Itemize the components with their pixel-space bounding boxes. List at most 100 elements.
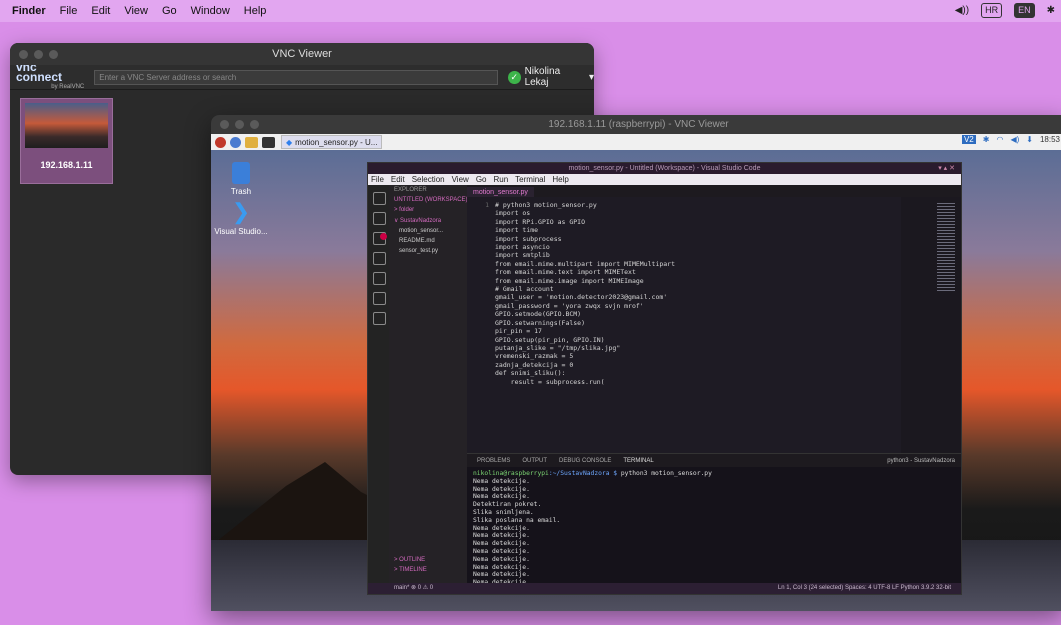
session-title: 192.168.1.11 (raspberrypi) - VNC Viewer	[548, 119, 729, 130]
editor-tabs: motion_sensor.py	[467, 185, 961, 199]
code-line: import time	[467, 226, 901, 234]
folder-icon[interactable]	[245, 136, 258, 148]
line-number	[467, 226, 495, 234]
menu-run[interactable]: Run	[493, 175, 508, 184]
menu-window[interactable]: Window	[191, 5, 230, 17]
menu-view[interactable]: View	[452, 175, 469, 184]
menu-help[interactable]: Help	[552, 175, 568, 184]
tab-debug-console[interactable]: DEBUG CONSOLE	[559, 458, 611, 464]
window-controls[interactable]: ▾ ▴ ✕	[938, 163, 955, 174]
minimap[interactable]	[901, 197, 961, 453]
terminal-output[interactable]: nikolina@raspberrypi:~/SustavNadzora $ p…	[467, 467, 961, 583]
timeline-section[interactable]: > TIMELINE	[389, 565, 432, 575]
code-line: from email.mime.text import MIMEText	[467, 268, 901, 276]
menu-go[interactable]: Go	[162, 5, 177, 17]
code-line: GPIO.setmode(GPIO.BCM)	[467, 310, 901, 318]
code-text: import subprocess	[495, 234, 562, 243]
code-text: GPIO.setmode(GPIO.BCM)	[495, 310, 582, 319]
terminal-line: Nema detekcije.	[473, 493, 530, 501]
menu-selection[interactable]: Selection	[412, 175, 445, 184]
menu-file[interactable]: File	[371, 175, 384, 184]
raspberry-pi-taskbar: ◆ motion_sensor.py - U... V2 ✱ ◠ ◀) ⬇ 18:…	[211, 134, 1061, 150]
code-line: import asyncio	[467, 243, 901, 251]
status-left[interactable]: main* ⊗ 0 ⚠ 0	[368, 583, 433, 594]
explorer-sidebar: EXPLORER UNTITLED (WORKSPACE) > folder ∨…	[389, 185, 467, 583]
terminal-selector[interactable]: python3 - SustavNadzora	[887, 458, 955, 464]
title-bar: VNC Viewer	[10, 43, 594, 65]
code-line: import smtplib	[467, 251, 901, 259]
line-number	[467, 285, 495, 293]
server-address-input[interactable]: Enter a VNC Server address or search	[94, 69, 498, 85]
workspace-title[interactable]: UNTITLED (WORKSPACE)	[389, 195, 467, 205]
taskbar-vscode-item[interactable]: ◆ motion_sensor.py - U...	[281, 135, 383, 149]
line-number	[467, 218, 495, 226]
tab-terminal[interactable]: TERMINAL	[623, 458, 653, 464]
menu-help[interactable]: Help	[244, 5, 267, 17]
code-text: GPIO.setup(pir_pin, GPIO.IN)	[495, 335, 605, 344]
terminal-line: Nema detekcije.	[473, 485, 530, 493]
line-number	[467, 369, 495, 377]
clock: 18:53	[1039, 135, 1060, 144]
terminal-icon[interactable]	[262, 136, 275, 148]
outline-section[interactable]: > OUTLINE	[389, 555, 430, 565]
terminal-line: Nema detekcije.	[473, 524, 530, 532]
chevron-down-icon: ▾	[588, 71, 594, 83]
explorer-item[interactable]: > folder	[389, 205, 467, 215]
line-number: 1	[485, 201, 489, 209]
code-line: gmail_user = 'motion.detector2023@gmail.…	[467, 293, 901, 301]
raspberry-menu-icon[interactable]	[215, 136, 226, 148]
input-source-badge[interactable]: HR	[981, 3, 1003, 18]
tab-output[interactable]: OUTPUT	[522, 458, 547, 464]
menu-terminal[interactable]: Terminal	[515, 175, 545, 184]
explorer-icon[interactable]	[373, 192, 386, 205]
code-line: GPIO.setup(pir_pin, GPIO.IN)	[467, 336, 901, 344]
line-number	[467, 293, 495, 301]
code-text: def snimi_sliku():	[495, 369, 566, 378]
volume-icon[interactable]: ◀)	[1010, 135, 1019, 144]
code-text: from email.mime.multipart import MIMEMul…	[495, 259, 676, 268]
explorer-item[interactable]: sensor_test.py	[389, 246, 467, 256]
system-tray: V2 ✱ ◠ ◀) ⬇ 18:53	[961, 135, 1060, 144]
wifi-icon[interactable]: ◠	[996, 135, 1003, 144]
bluetooth-icon[interactable]: ✱	[983, 135, 990, 144]
battery-icon[interactable]: EN	[1014, 3, 1035, 18]
desktop-icon-vscode[interactable]: ❯ Visual Studio...	[211, 200, 271, 237]
search-icon[interactable]	[373, 212, 386, 225]
account-menu[interactable]: ✓ Nikolina Lekaj ▾	[507, 66, 594, 88]
line-number	[467, 243, 495, 251]
explorer-item[interactable]: motion_sensor...	[389, 226, 467, 236]
status-right[interactable]: Ln 1, Col 3 (24 selected) Spaces: 4 UTF-…	[778, 583, 961, 594]
menu-view[interactable]: View	[124, 5, 148, 17]
download-icon[interactable]: ⬇	[1026, 135, 1033, 144]
server-thumbnail[interactable]: 192.168.1.11	[20, 98, 113, 184]
code-text: import asyncio	[495, 243, 550, 252]
vscode-body: EXPLORER UNTITLED (WORKSPACE) > folder ∨…	[368, 185, 961, 583]
menu-go[interactable]: Go	[476, 175, 487, 184]
explorer-item[interactable]: ∨ SustavNadzora	[389, 215, 467, 226]
desktop-icon-trash[interactable]: Trash	[211, 162, 271, 196]
testing-icon[interactable]	[373, 312, 386, 325]
bluetooth-icon[interactable]: ✱	[1047, 5, 1055, 16]
explorer-item[interactable]: README.md	[389, 236, 467, 246]
volume-icon[interactable]: ◀))	[955, 5, 969, 16]
tab-problems[interactable]: PROBLEMS	[477, 458, 510, 464]
terminal-line: Slika poslana na email.	[473, 516, 561, 524]
menu-edit[interactable]: Edit	[391, 175, 405, 184]
remote-explorer-icon[interactable]	[373, 292, 386, 305]
menu-finder[interactable]: Finder	[12, 5, 46, 17]
browser-icon[interactable]	[230, 136, 241, 148]
run-debug-icon[interactable]	[373, 252, 386, 265]
code-text: import RPi.GPIO as GPIO	[495, 217, 586, 226]
user-name: Nikolina Lekaj	[524, 66, 561, 88]
menu-file[interactable]: File	[60, 5, 78, 17]
code-text: import smtplib	[495, 251, 550, 260]
line-number	[467, 352, 495, 360]
vnc-tray-icon[interactable]: V2	[961, 135, 976, 144]
code-text: # Gmail account	[495, 285, 554, 294]
terminal-line: Slika snimljena.	[473, 508, 534, 516]
code-editor[interactable]: 1 # python3 motion_sensor.py import os impo…	[467, 197, 901, 457]
vscode-title: motion_sensor.py - Untitled (Workspace) …	[568, 165, 761, 172]
extensions-icon[interactable]	[373, 272, 386, 285]
menu-edit[interactable]: Edit	[91, 5, 110, 17]
code-line: def snimi_sliku():	[467, 369, 901, 377]
